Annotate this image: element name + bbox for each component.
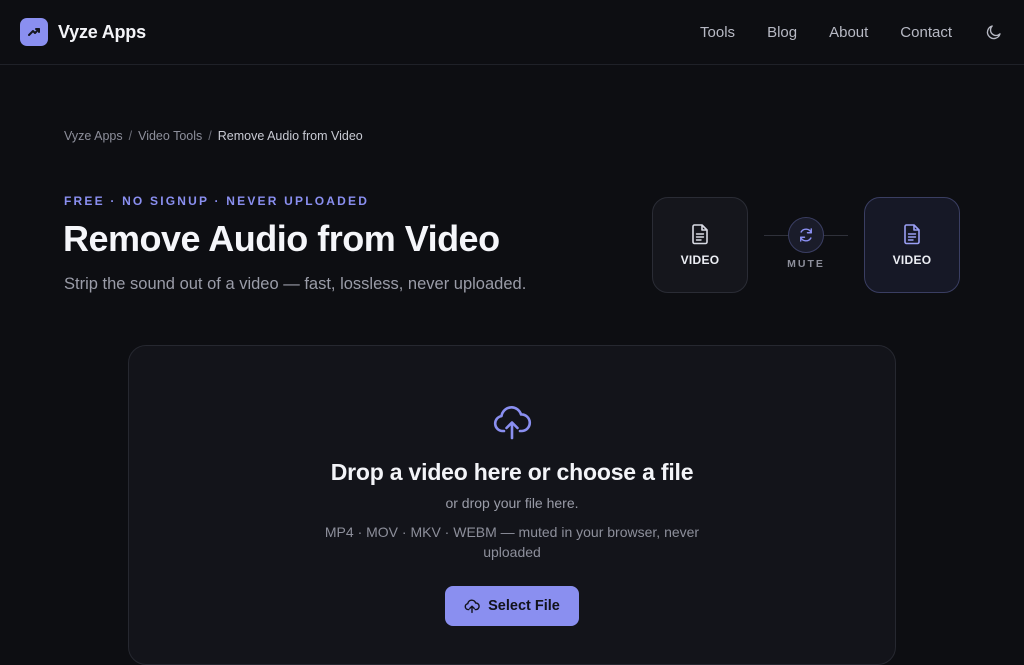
- nav-item-blog[interactable]: Blog: [767, 24, 797, 41]
- breadcrumb-current: Remove Audio from Video: [217, 129, 363, 143]
- nav-item-contact[interactable]: Contact: [900, 24, 952, 41]
- nav-item-about[interactable]: About: [829, 24, 868, 41]
- select-file-button[interactable]: Select File: [445, 586, 579, 626]
- page-title: Remove Audio from Video: [63, 218, 500, 259]
- brand-name: Vyze Apps: [58, 21, 146, 42]
- document-icon: [692, 224, 708, 245]
- conversion-source-label: VIDEO: [680, 253, 720, 267]
- breadcrumb-separator: /: [208, 129, 212, 143]
- hero-eyebrow: FREE · NO SIGNUP · NEVER UPLOADED: [64, 194, 370, 208]
- breadcrumb-home[interactable]: Vyze Apps: [64, 129, 123, 143]
- conversion-target-label: VIDEO: [892, 253, 932, 267]
- breadcrumb-separator: /: [128, 129, 133, 143]
- refresh-icon: [800, 228, 812, 242]
- breadcrumb-video-tools[interactable]: Video Tools: [138, 129, 202, 143]
- page-subtitle: Strip the sound out of a video — fast, l…: [64, 275, 527, 293]
- conversion-operation: [788, 217, 824, 253]
- select-file-button-label: Select File: [488, 598, 560, 614]
- dropzone-hint: or drop your file here.: [445, 495, 579, 511]
- brand-link[interactable]: Vyze Apps: [20, 18, 146, 46]
- dropzone-formats: MP4 · MOV · MKV · WEBM — muted in your b…: [324, 524, 700, 560]
- nav-item-tools[interactable]: Tools: [700, 24, 735, 41]
- moon-icon: [986, 25, 1001, 40]
- document-icon: [904, 224, 920, 245]
- breadcrumb: Vyze Apps / Video Tools / Remove Audio f…: [64, 129, 363, 143]
- theme-toggle-button[interactable]: [984, 22, 1004, 42]
- dropzone-title: Drop a video here or choose a file: [330, 459, 694, 485]
- main-nav: Tools Blog About Contact: [668, 22, 1004, 42]
- cloud-upload-icon: [492, 402, 532, 442]
- conversion-target: VIDEO: [864, 197, 960, 293]
- cloud-upload-icon: [464, 599, 480, 614]
- site-header: Vyze Apps Tools Blog About Contact: [0, 0, 1024, 65]
- trend-arrow-icon: [20, 18, 48, 46]
- conversion-source: VIDEO: [652, 197, 748, 293]
- conversion-operation-label: MUTE: [787, 258, 825, 270]
